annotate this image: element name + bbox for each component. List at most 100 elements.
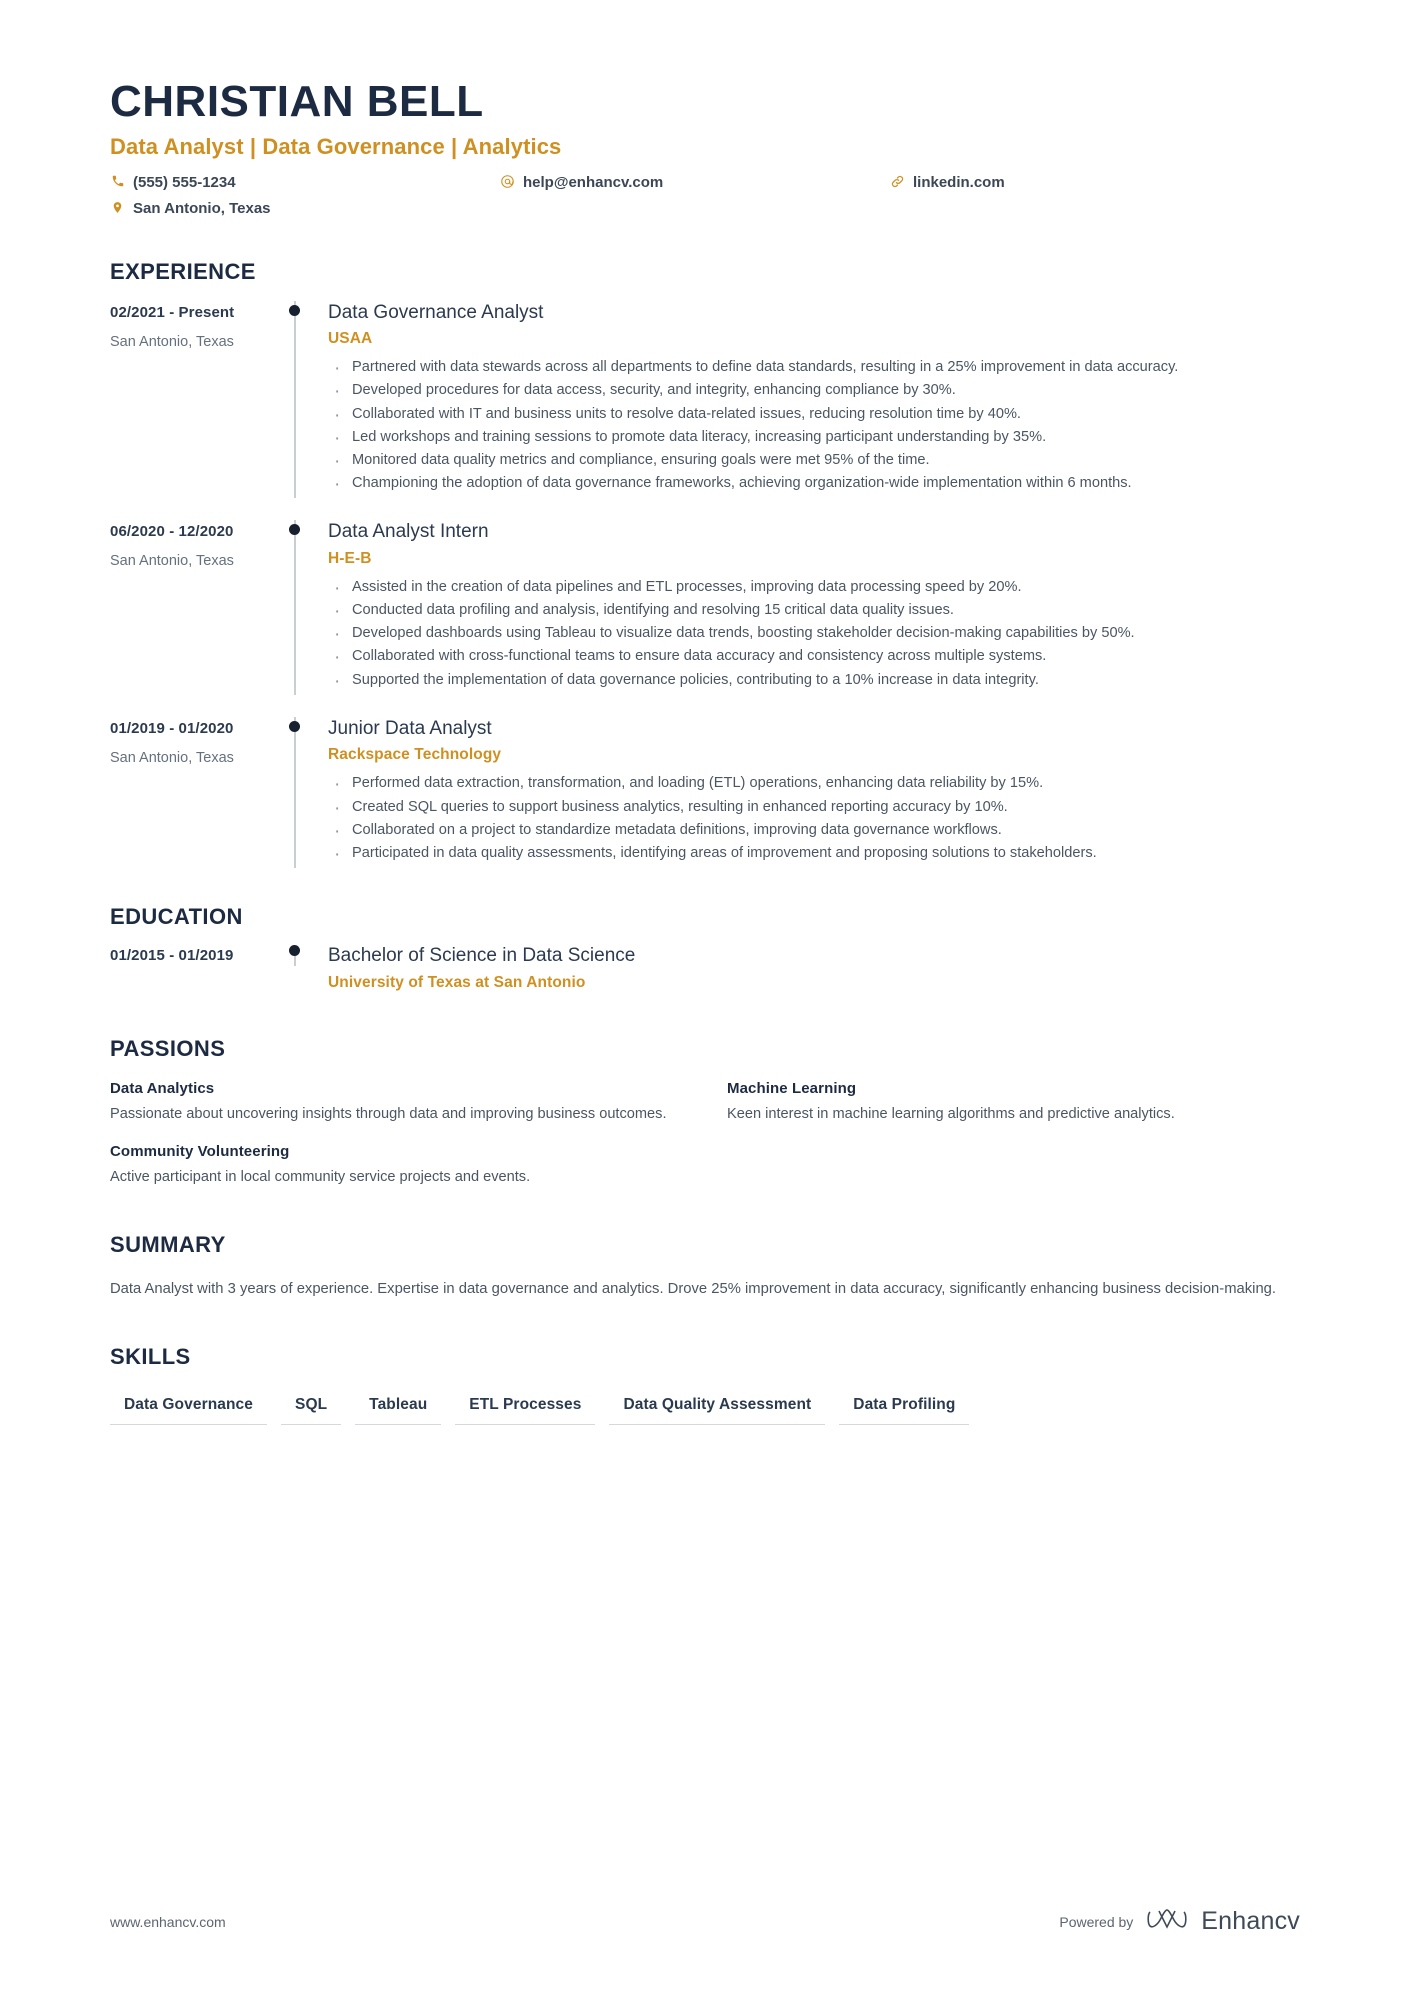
experience-section-title: EXPERIENCE	[110, 258, 256, 284]
resume-header: CHRISTIAN BELL Data Analyst | Data Gover…	[110, 0, 1300, 219]
experience-date: 06/2020 - 12/2020	[110, 523, 234, 541]
experience-role: Junior Data Analyst	[328, 717, 492, 739]
passion-item: Machine Learning Keen interest in machin…	[727, 1080, 1300, 1125]
contact-phone[interactable]: (555) 555-1234	[110, 173, 500, 193]
timeline-rail	[278, 944, 314, 994]
timeline-rail	[278, 520, 314, 695]
location-icon	[110, 199, 125, 216]
experience-entry: 02/2021 - Present San Antonio, Texas Dat…	[110, 300, 1300, 499]
experience-bullets: Performed data extraction, transformatio…	[328, 771, 1300, 869]
brand-name: Enhancv	[1201, 1907, 1300, 1935]
contact-details: (555) 555-1234 help@enhancv.com linkedin…	[110, 173, 1300, 219]
bullet-item: Assisted in the creation of data pipelin…	[328, 575, 1300, 603]
passions-list: Data Analytics Passionate about uncoveri…	[110, 1080, 1300, 1188]
experience-entry: 06/2020 - 12/2020 San Antonio, Texas Dat…	[110, 520, 1300, 695]
education-school: University of Texas at San Antonio	[328, 973, 586, 991]
education-entry-body: Bachelor of Science in Data Science Univ…	[314, 944, 1300, 994]
bullet-item: Collaborated with cross-functional teams…	[328, 644, 1300, 672]
contact-email-value: help@enhancv.com	[523, 173, 664, 191]
phone-icon	[110, 173, 125, 190]
passion-name: Data Analytics	[110, 1079, 215, 1097]
passion-item: Community Volunteering Active participan…	[110, 1143, 683, 1188]
experience-bullets: Assisted in the creation of data pipelin…	[328, 575, 1300, 696]
bullet-item: Led workshops and training sessions to p…	[328, 425, 1300, 453]
experience-role: Data Analyst Intern	[328, 521, 489, 543]
passion-name: Community Volunteering	[110, 1143, 290, 1161]
experience-company: Rackspace Technology	[328, 746, 502, 764]
contact-email[interactable]: help@enhancv.com	[500, 173, 890, 193]
skill-tag: Tableau	[355, 1392, 442, 1426]
summary-text: Data Analyst with 3 years of experience.…	[110, 1281, 1277, 1298]
passions-section: PASSIONS Data Analytics Passionate about…	[110, 1036, 1300, 1188]
timeline-dot	[289, 720, 300, 732]
education-date: 01/2015 - 01/2019	[110, 947, 234, 965]
bullet-item: Conducted data profiling and analysis, i…	[328, 598, 1300, 626]
passions-section-title: PASSIONS	[110, 1035, 226, 1061]
experience-entry-meta: 06/2020 - 12/2020 San Antonio, Texas	[110, 520, 278, 695]
skills-section: SKILLS Data Governance SQL Tableau ETL P…	[110, 1344, 1300, 1426]
timeline-dot	[289, 524, 300, 536]
bullet-item: Collaborated with IT and business units …	[328, 402, 1300, 430]
experience-date: 02/2021 - Present	[110, 303, 235, 321]
experience-bullets: Partnered with data stewards across all …	[328, 355, 1300, 499]
education-section: EDUCATION 01/2015 - 01/2019 Bachelor of …	[110, 904, 1300, 994]
resume-page: CHRISTIAN BELL Data Analyst | Data Gover…	[0, 0, 1410, 1995]
summary-section: SUMMARY Data Analyst with 3 years of exp…	[110, 1232, 1300, 1300]
experience-entry-body: Data Analyst Intern H-E-B Assisted in th…	[314, 520, 1300, 695]
skill-tag: Data Governance	[110, 1392, 267, 1426]
enhancv-logo-icon	[1146, 1906, 1188, 1937]
experience-entry: 01/2019 - 01/2020 San Antonio, Texas Jun…	[110, 716, 1300, 869]
education-entry: 01/2015 - 01/2019 Bachelor of Science in…	[110, 944, 1300, 994]
bullet-item: Participated in data quality assessments…	[328, 841, 1300, 869]
bullet-item: Partnered with data stewards across all …	[328, 355, 1300, 383]
experience-role: Data Governance Analyst	[328, 301, 544, 323]
footer-branding: Powered by Enhancv	[1059, 1906, 1300, 1937]
skill-tag: Data Quality Assessment	[609, 1392, 826, 1426]
skill-tag: SQL	[281, 1392, 342, 1426]
experience-entry-body: Junior Data Analyst Rackspace Technology…	[314, 717, 1300, 869]
page-footer: www.enhancv.com Powered by Enhancv	[110, 1906, 1300, 1937]
bullet-item: Championing the adoption of data governa…	[328, 471, 1300, 499]
bullet-item: Developed dashboards using Tableau to vi…	[328, 621, 1300, 649]
passion-item: Data Analytics Passionate about uncoveri…	[110, 1080, 683, 1125]
skill-tag: Data Profiling	[839, 1392, 970, 1426]
contact-location-value: San Antonio, Texas	[133, 200, 271, 218]
skills-section-title: SKILLS	[110, 1344, 191, 1370]
contact-phone-value: (555) 555-1234	[133, 173, 236, 191]
summary-section-title: SUMMARY	[110, 1232, 226, 1258]
passion-name: Machine Learning	[727, 1079, 857, 1097]
passion-description: Passionate about uncovering insights thr…	[110, 1105, 667, 1122]
timeline-rail	[278, 300, 314, 499]
link-icon	[890, 173, 905, 190]
bullet-item: Collaborated on a project to standardize…	[328, 818, 1300, 846]
timeline-dot	[289, 304, 300, 316]
passion-description: Keen interest in machine learning algori…	[727, 1105, 1175, 1122]
bullet-item: Developed procedures for data access, se…	[328, 378, 1300, 406]
education-degree: Bachelor of Science in Data Science	[328, 945, 636, 967]
timeline-line	[294, 520, 296, 695]
experience-location: San Antonio, Texas	[110, 553, 234, 570]
skills-list: Data Governance SQL Tableau ETL Processe…	[110, 1392, 1300, 1426]
passion-description: Active participant in local community se…	[110, 1169, 531, 1186]
bullet-item: Monitored data quality metrics and compl…	[328, 448, 1300, 476]
education-section-title: EDUCATION	[110, 904, 243, 930]
timeline-line	[294, 716, 296, 869]
experience-date: 01/2019 - 01/2020	[110, 719, 234, 737]
contact-linkedin[interactable]: linkedin.com	[890, 173, 1300, 193]
bullet-item: Supported the implementation of data gov…	[328, 668, 1300, 696]
education-entry-meta: 01/2015 - 01/2019	[110, 944, 278, 994]
experience-entry-body: Data Governance Analyst USAA Partnered w…	[314, 301, 1300, 499]
email-icon	[500, 173, 515, 190]
experience-company: H-E-B	[328, 549, 372, 567]
experience-location: San Antonio, Texas	[110, 749, 234, 766]
experience-section: EXPERIENCE 02/2021 - Present San Antonio…	[110, 259, 1300, 869]
candidate-headline: Data Analyst | Data Governance | Analyti…	[110, 133, 562, 159]
experience-entry-meta: 02/2021 - Present San Antonio, Texas	[110, 301, 278, 499]
powered-by-label: Powered by	[1059, 1913, 1134, 1930]
experience-location: San Antonio, Texas	[110, 333, 234, 350]
contact-location: San Antonio, Texas	[110, 199, 500, 219]
footer-url[interactable]: www.enhancv.com	[110, 1914, 226, 1930]
contact-linkedin-value: linkedin.com	[913, 173, 1005, 191]
bullet-item: Created SQL queries to support business …	[328, 795, 1300, 823]
candidate-name: CHRISTIAN BELL	[110, 77, 484, 126]
